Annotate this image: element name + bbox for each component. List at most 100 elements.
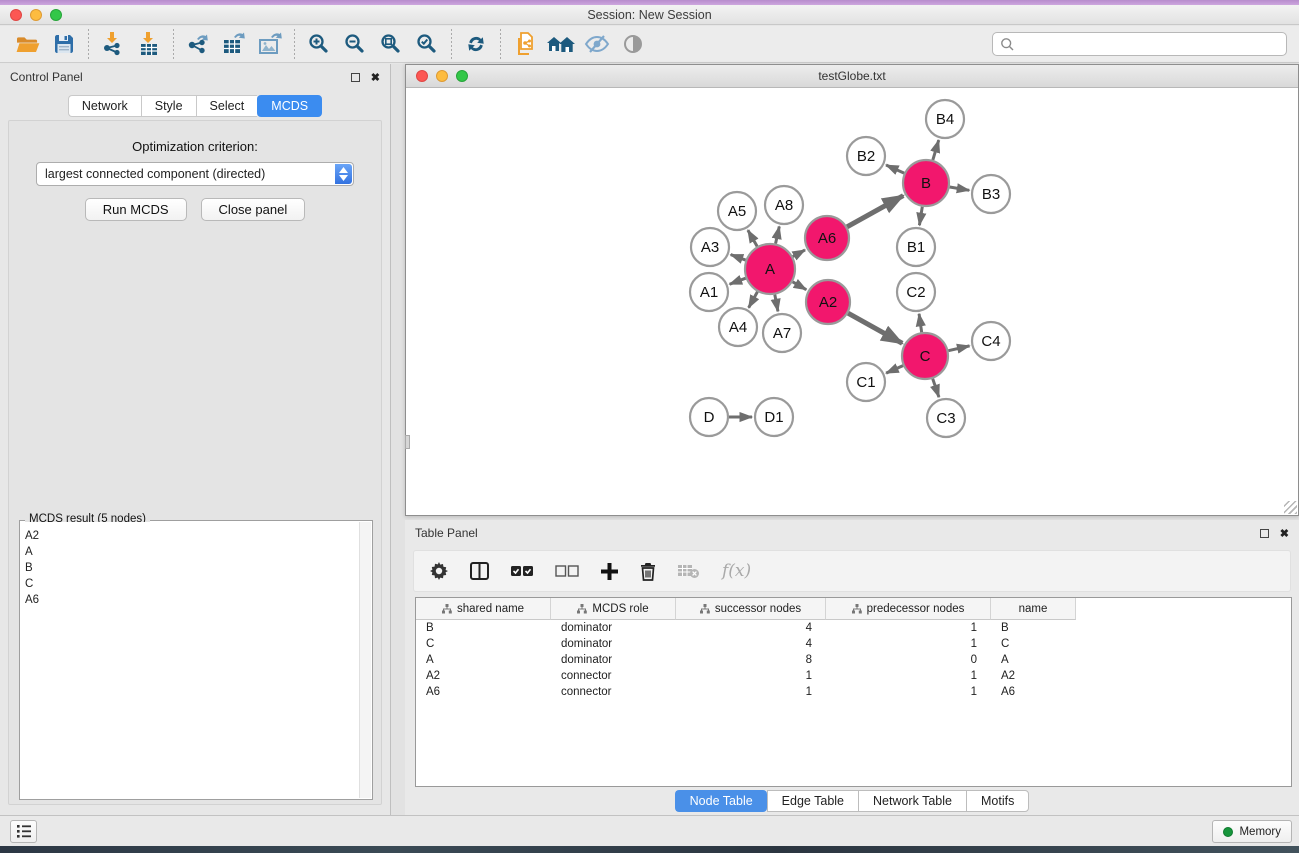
graph-edge-A-A2[interactable] (793, 282, 807, 290)
mcds-result-scrollbar[interactable] (359, 522, 371, 798)
graph-edge-A-A3[interactable] (731, 255, 746, 260)
graph-node-B2[interactable]: B2 (847, 137, 885, 175)
network-resize-grip[interactable] (1284, 501, 1297, 514)
show-hidden-icon[interactable] (615, 29, 651, 59)
mcds-result-item[interactable]: C (25, 576, 359, 592)
close-panel-icon[interactable]: ✖ (371, 71, 380, 84)
graph-edge-A-A8[interactable] (776, 226, 780, 243)
column-view-icon[interactable] (470, 562, 489, 580)
graph-node-A8[interactable]: A8 (765, 186, 803, 224)
search-box[interactable] (992, 32, 1287, 56)
table-row[interactable]: Adominator80A (416, 652, 1291, 668)
graph-node-A3[interactable]: A3 (691, 228, 729, 266)
graph-node-D1[interactable]: D1 (755, 398, 793, 436)
optimization-criterion-dropdown[interactable]: largest connected component (directed) (36, 162, 354, 186)
graph-edge-A-A1[interactable] (730, 278, 746, 284)
graph-edge-B-B2[interactable] (886, 165, 904, 173)
memory-button[interactable]: Memory (1212, 820, 1292, 843)
mcds-result-item[interactable]: A6 (25, 592, 359, 608)
zoom-selected-icon[interactable] (409, 29, 445, 59)
graph-edge-C-C1[interactable] (886, 366, 903, 373)
float-table-panel-icon[interactable] (1260, 529, 1269, 538)
task-history-button[interactable] (10, 820, 37, 843)
graph-node-B4[interactable]: B4 (926, 100, 964, 138)
graph-node-C3[interactable]: C3 (927, 399, 965, 437)
graph-node-C[interactable]: C (902, 333, 948, 379)
close-panel-button[interactable]: Close panel (201, 198, 306, 221)
graph-edge-A2-C[interactable] (848, 313, 902, 343)
float-panel-icon[interactable] (351, 73, 360, 82)
tab-select[interactable]: Select (196, 95, 258, 117)
graph-node-D[interactable]: D (690, 398, 728, 436)
graph-edge-A-A5[interactable] (748, 230, 757, 246)
tab-network[interactable]: Network (68, 95, 141, 117)
graph-edge-A-A7[interactable] (775, 295, 778, 312)
zoom-fit-icon[interactable] (373, 29, 409, 59)
graph-node-B3[interactable]: B3 (972, 175, 1010, 213)
tab-style[interactable]: Style (141, 95, 196, 117)
close-table-panel-icon[interactable]: ✖ (1280, 527, 1289, 540)
zoom-in-icon[interactable] (301, 29, 337, 59)
home-icon[interactable] (543, 29, 579, 59)
column-header-shared-name[interactable]: shared name (416, 598, 551, 620)
hide-selected-icon[interactable] (579, 29, 615, 59)
graph-node-C4[interactable]: C4 (972, 322, 1010, 360)
export-image-icon[interactable] (252, 29, 288, 59)
column-header-successor-nodes[interactable]: successor nodes (676, 598, 826, 620)
mcds-result-item[interactable]: B (25, 560, 359, 576)
table-row[interactable]: A2connector11A2 (416, 668, 1291, 684)
export-network-icon[interactable] (180, 29, 216, 59)
graph-node-A4[interactable]: A4 (719, 308, 757, 346)
graph-edge-C-C3[interactable] (933, 379, 939, 397)
mcds-result-list[interactable]: A2ABCA6 (21, 522, 359, 798)
graph-edge-A-A4[interactable] (749, 292, 758, 308)
graph-node-A2[interactable]: A2 (806, 280, 850, 324)
graph-node-C2[interactable]: C2 (897, 273, 935, 311)
graph-edge-C-C4[interactable] (948, 346, 969, 351)
graph-node-A[interactable]: A (745, 244, 795, 294)
tab-network-table[interactable]: Network Table (858, 790, 966, 812)
graph-node-A1[interactable]: A1 (690, 273, 728, 311)
graph-node-A7[interactable]: A7 (763, 314, 801, 352)
run-mcds-button[interactable]: Run MCDS (85, 198, 187, 221)
tab-node-table[interactable]: Node Table (675, 790, 767, 812)
delete-column-icon[interactable] (640, 562, 656, 581)
graph-edge-B-B1[interactable] (919, 207, 922, 226)
clone-network-icon[interactable] (507, 29, 543, 59)
add-column-icon[interactable] (601, 563, 618, 580)
mcds-result-item[interactable]: A (25, 544, 359, 560)
export-table-icon[interactable] (216, 29, 252, 59)
refresh-layout-icon[interactable] (458, 29, 494, 59)
graph-edge-B-B4[interactable] (933, 140, 939, 160)
import-network-icon[interactable] (95, 29, 131, 59)
node-table[interactable]: shared nameMCDS rolesuccessor nodesprede… (415, 597, 1292, 787)
graph-node-A5[interactable]: A5 (718, 192, 756, 230)
graph-node-B[interactable]: B (903, 160, 949, 206)
network-left-scrollbar-thumb[interactable] (405, 435, 410, 449)
table-row[interactable]: Cdominator41C (416, 636, 1291, 652)
column-header-predecessor-nodes[interactable]: predecessor nodes (826, 598, 991, 620)
network-window-titlebar[interactable]: testGlobe.txt (406, 65, 1298, 88)
graph-edge-A6-B[interactable] (847, 196, 903, 227)
open-session-icon[interactable] (10, 29, 46, 59)
table-row[interactable]: A6connector11A6 (416, 684, 1291, 700)
graph-node-B1[interactable]: B1 (897, 228, 935, 266)
zoom-out-icon[interactable] (337, 29, 373, 59)
graph-edge-C-C2[interactable] (919, 314, 922, 332)
import-table-icon[interactable] (131, 29, 167, 59)
network-canvas[interactable]: B4 B2 B B3 A5A8A6 A3 B1 A A1 C2 A2 A4A7 C4 C C1 D D1 C3 (406, 88, 1298, 515)
mcds-result-item[interactable]: A2 (25, 528, 359, 544)
column-header-name[interactable]: name (991, 598, 1076, 620)
tab-edge-table[interactable]: Edge Table (767, 790, 858, 812)
graph-node-A6[interactable]: A6 (805, 216, 849, 260)
graph-edge-A-A6[interactable] (793, 250, 805, 257)
table-row[interactable]: Bdominator41B (416, 620, 1291, 636)
graph-node-C1[interactable]: C1 (847, 363, 885, 401)
deselect-all-checkboxes-icon[interactable] (555, 565, 579, 577)
select-all-checkboxes-icon[interactable] (511, 565, 533, 577)
table-settings-icon[interactable] (430, 562, 448, 580)
tab-mcds[interactable]: MCDS (257, 95, 322, 117)
save-session-icon[interactable] (46, 29, 82, 59)
graph-edge-B-B3[interactable] (950, 187, 970, 190)
column-header-MCDS-role[interactable]: MCDS role (551, 598, 676, 620)
